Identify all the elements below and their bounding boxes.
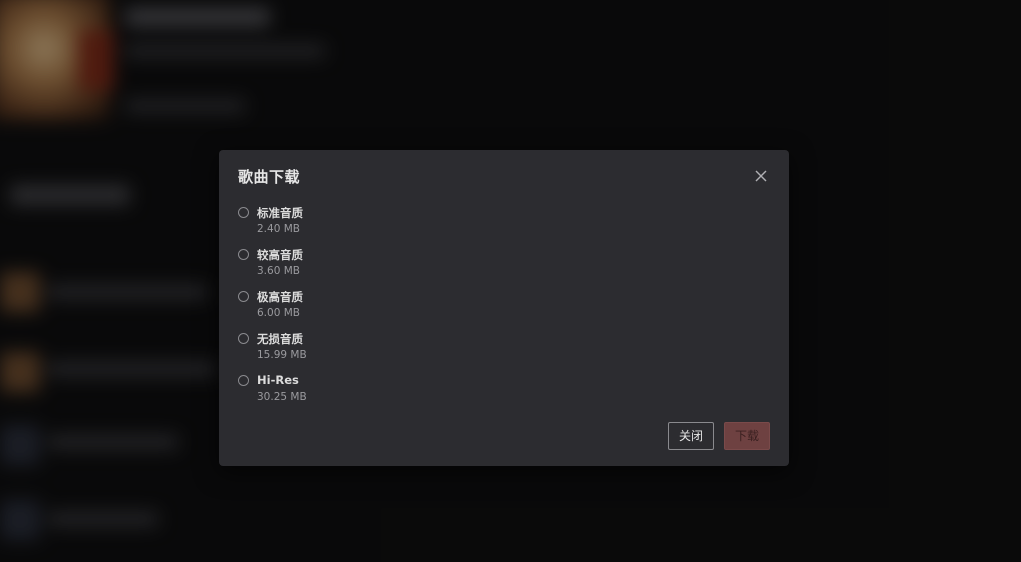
file-size: 30.25 MB	[257, 391, 307, 403]
close-icon[interactable]	[754, 169, 768, 183]
radio-button[interactable]	[238, 207, 249, 218]
download-dialog: 歌曲下载 标准音质 2.40 MB 较高音质 3.60 MB 极高音质 6.00…	[219, 150, 789, 466]
radio-button[interactable]	[238, 291, 249, 302]
download-button[interactable]: 下载	[724, 422, 770, 450]
file-size: 3.60 MB	[257, 265, 300, 277]
quality-label: 标准音质	[257, 206, 303, 220]
quality-label: Hi-Res	[257, 373, 299, 387]
close-button[interactable]: 关闭	[668, 422, 714, 450]
dialog-title: 歌曲下载	[238, 168, 301, 186]
radio-button[interactable]	[238, 375, 249, 386]
quality-label: 无损音质	[257, 332, 303, 346]
file-size: 6.00 MB	[257, 307, 300, 319]
radio-button[interactable]	[238, 333, 249, 344]
file-size: 15.99 MB	[257, 349, 307, 361]
radio-button[interactable]	[238, 249, 249, 260]
quality-label: 较高音质	[257, 248, 303, 262]
quality-label: 极高音质	[257, 290, 303, 304]
file-size: 2.40 MB	[257, 223, 300, 235]
